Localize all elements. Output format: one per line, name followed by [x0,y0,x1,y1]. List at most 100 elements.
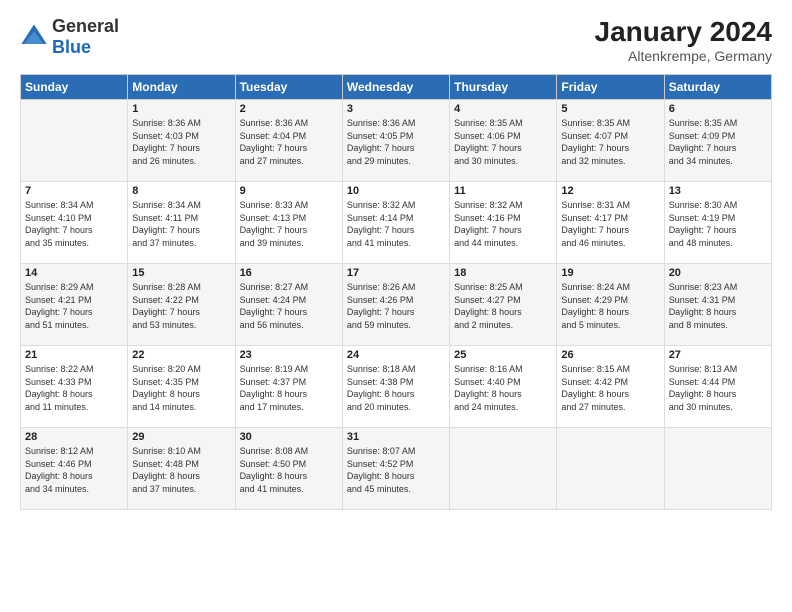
day-number: 9 [240,185,338,197]
calendar-cell: 10 Sunrise: 8:32 AM Sunset: 4:14 PM Dayli… [342,182,449,264]
day-number: 12 [561,185,659,197]
day-number: 19 [561,267,659,279]
day-number: 8 [132,185,230,197]
calendar-cell: 23 Sunrise: 8:19 AM Sunset: 4:37 PM Dayli… [235,346,342,428]
week-row-4: 21 Sunrise: 8:22 AM Sunset: 4:33 PM Dayli… [21,346,772,428]
day-info: Sunrise: 8:35 AM Sunset: 4:09 PM Dayligh… [669,117,767,167]
calendar-cell: 6Sunrise: 8:35 AM Sunset: 4:09 PM Daylig… [664,100,771,182]
day-info: Sunrise: 8:19 AM Sunset: 4:37 PM Dayligh… [240,363,338,413]
logo-blue: Blue [52,37,91,57]
calendar-cell: 18Sunrise: 8:25 AM Sunset: 4:27 PM Dayli… [450,264,557,346]
calendar-cell: 7 Sunrise: 8:34 AM Sunset: 4:10 PM Daylig… [21,182,128,264]
day-info: Sunrise: 8:27 AM Sunset: 4:24 PM Dayligh… [240,281,338,331]
day-number: 17 [347,267,445,279]
day-info: Sunrise: 8:36 AM Sunset: 4:04 PM Dayligh… [240,117,338,167]
day-number: 3 [347,103,445,115]
week-row-2: 7 Sunrise: 8:34 AM Sunset: 4:10 PM Daylig… [21,182,772,264]
day-number: 26 [561,349,659,361]
day-number: 15 [132,267,230,279]
day-info: Sunrise: 8:23 AM Sunset: 4:31 PM Dayligh… [669,281,767,331]
day-number: 5 [561,103,659,115]
day-number: 21 [25,349,123,361]
calendar-cell: 21 Sunrise: 8:22 AM Sunset: 4:33 PM Dayli… [21,346,128,428]
calendar-cell: 25Sunrise: 8:16 AM Sunset: 4:40 PM Dayli… [450,346,557,428]
day-info: Sunrise: 8:20 AM Sunset: 4:35 PM Dayligh… [132,363,230,413]
calendar-cell: 31 Sunrise: 8:07 AM Sunset: 4:52 PM Dayli… [342,428,449,510]
calendar-cell: 19 Sunrise: 8:24 AM Sunset: 4:29 PM Dayli… [557,264,664,346]
calendar-cell: 4 Sunrise: 8:35 AM Sunset: 4:06 PM Daylig… [450,100,557,182]
calendar-cell: 30 Sunrise: 8:08 AM Sunset: 4:50 PM Dayli… [235,428,342,510]
day-info: Sunrise: 8:12 AM Sunset: 4:46 PM Dayligh… [25,445,123,495]
logo-general: General [52,16,119,36]
header: General Blue January 2024 Altenkrempe, G… [20,16,772,64]
calendar-cell: 1 Sunrise: 8:36 AM Sunset: 4:03 PM Daylig… [128,100,235,182]
day-info: Sunrise: 8:26 AM Sunset: 4:26 PM Dayligh… [347,281,445,331]
day-info: Sunrise: 8:35 AM Sunset: 4:07 PM Dayligh… [561,117,659,167]
day-number: 16 [240,267,338,279]
day-header-saturday: Saturday [664,75,771,100]
day-info: Sunrise: 8:07 AM Sunset: 4:52 PM Dayligh… [347,445,445,495]
day-header-friday: Friday [557,75,664,100]
day-header-monday: Monday [128,75,235,100]
logo: General Blue [20,16,119,58]
day-number: 22 [132,349,230,361]
day-number: 20 [669,267,767,279]
calendar-cell: 15 Sunrise: 8:28 AM Sunset: 4:22 PM Dayli… [128,264,235,346]
calendar-cell: 2 Sunrise: 8:36 AM Sunset: 4:04 PM Daylig… [235,100,342,182]
day-number: 11 [454,185,552,197]
calendar-cell: 11 Sunrise: 8:32 AM Sunset: 4:16 PM Dayli… [450,182,557,264]
logo-text: General Blue [52,16,119,58]
day-info: Sunrise: 8:36 AM Sunset: 4:03 PM Dayligh… [132,117,230,167]
week-row-5: 28 Sunrise: 8:12 AM Sunset: 4:46 PM Dayli… [21,428,772,510]
day-number: 1 [132,103,230,115]
day-number: 25 [454,349,552,361]
day-info: Sunrise: 8:31 AM Sunset: 4:17 PM Dayligh… [561,199,659,249]
day-info: Sunrise: 8:35 AM Sunset: 4:06 PM Dayligh… [454,117,552,167]
page: General Blue January 2024 Altenkrempe, G… [0,0,792,612]
day-info: Sunrise: 8:30 AM Sunset: 4:19 PM Dayligh… [669,199,767,249]
calendar-cell: 3 Sunrise: 8:36 AM Sunset: 4:05 PM Daylig… [342,100,449,182]
calendar-cell: 14Sunrise: 8:29 AM Sunset: 4:21 PM Dayli… [21,264,128,346]
week-row-1: 1 Sunrise: 8:36 AM Sunset: 4:03 PM Daylig… [21,100,772,182]
day-info: Sunrise: 8:32 AM Sunset: 4:14 PM Dayligh… [347,199,445,249]
days-header-row: SundayMondayTuesdayWednesdayThursdayFrid… [21,75,772,100]
day-info: Sunrise: 8:22 AM Sunset: 4:33 PM Dayligh… [25,363,123,413]
day-info: Sunrise: 8:18 AM Sunset: 4:38 PM Dayligh… [347,363,445,413]
calendar-cell [21,100,128,182]
calendar-cell [557,428,664,510]
day-number: 2 [240,103,338,115]
calendar-cell: 26Sunrise: 8:15 AM Sunset: 4:42 PM Dayli… [557,346,664,428]
day-info: Sunrise: 8:25 AM Sunset: 4:27 PM Dayligh… [454,281,552,331]
calendar-cell: 17 Sunrise: 8:26 AM Sunset: 4:26 PM Dayli… [342,264,449,346]
day-number: 28 [25,431,123,443]
day-info: Sunrise: 8:28 AM Sunset: 4:22 PM Dayligh… [132,281,230,331]
day-info: Sunrise: 8:24 AM Sunset: 4:29 PM Dayligh… [561,281,659,331]
day-number: 31 [347,431,445,443]
day-number: 7 [25,185,123,197]
day-number: 23 [240,349,338,361]
calendar-cell: 28 Sunrise: 8:12 AM Sunset: 4:46 PM Dayli… [21,428,128,510]
title-block: January 2024 Altenkrempe, Germany [595,16,772,64]
day-info: Sunrise: 8:34 AM Sunset: 4:10 PM Dayligh… [25,199,123,249]
day-number: 10 [347,185,445,197]
day-info: Sunrise: 8:29 AM Sunset: 4:21 PM Dayligh… [25,281,123,331]
day-number: 30 [240,431,338,443]
day-info: Sunrise: 8:32 AM Sunset: 4:16 PM Dayligh… [454,199,552,249]
calendar-cell: 5 Sunrise: 8:35 AM Sunset: 4:07 PM Daylig… [557,100,664,182]
week-row-3: 14Sunrise: 8:29 AM Sunset: 4:21 PM Dayli… [21,264,772,346]
day-info: Sunrise: 8:08 AM Sunset: 4:50 PM Dayligh… [240,445,338,495]
day-number: 4 [454,103,552,115]
calendar-cell: 12 Sunrise: 8:31 AM Sunset: 4:17 PM Dayli… [557,182,664,264]
day-number: 27 [669,349,767,361]
calendar-cell: 27 Sunrise: 8:13 AM Sunset: 4:44 PM Dayli… [664,346,771,428]
day-info: Sunrise: 8:34 AM Sunset: 4:11 PM Dayligh… [132,199,230,249]
calendar-table: SundayMondayTuesdayWednesdayThursdayFrid… [20,74,772,510]
day-info: Sunrise: 8:36 AM Sunset: 4:05 PM Dayligh… [347,117,445,167]
day-number: 24 [347,349,445,361]
day-info: Sunrise: 8:33 AM Sunset: 4:13 PM Dayligh… [240,199,338,249]
day-header-wednesday: Wednesday [342,75,449,100]
day-number: 29 [132,431,230,443]
calendar-cell: 22 Sunrise: 8:20 AM Sunset: 4:35 PM Dayli… [128,346,235,428]
day-info: Sunrise: 8:13 AM Sunset: 4:44 PM Dayligh… [669,363,767,413]
calendar-cell: 13Sunrise: 8:30 AM Sunset: 4:19 PM Dayli… [664,182,771,264]
